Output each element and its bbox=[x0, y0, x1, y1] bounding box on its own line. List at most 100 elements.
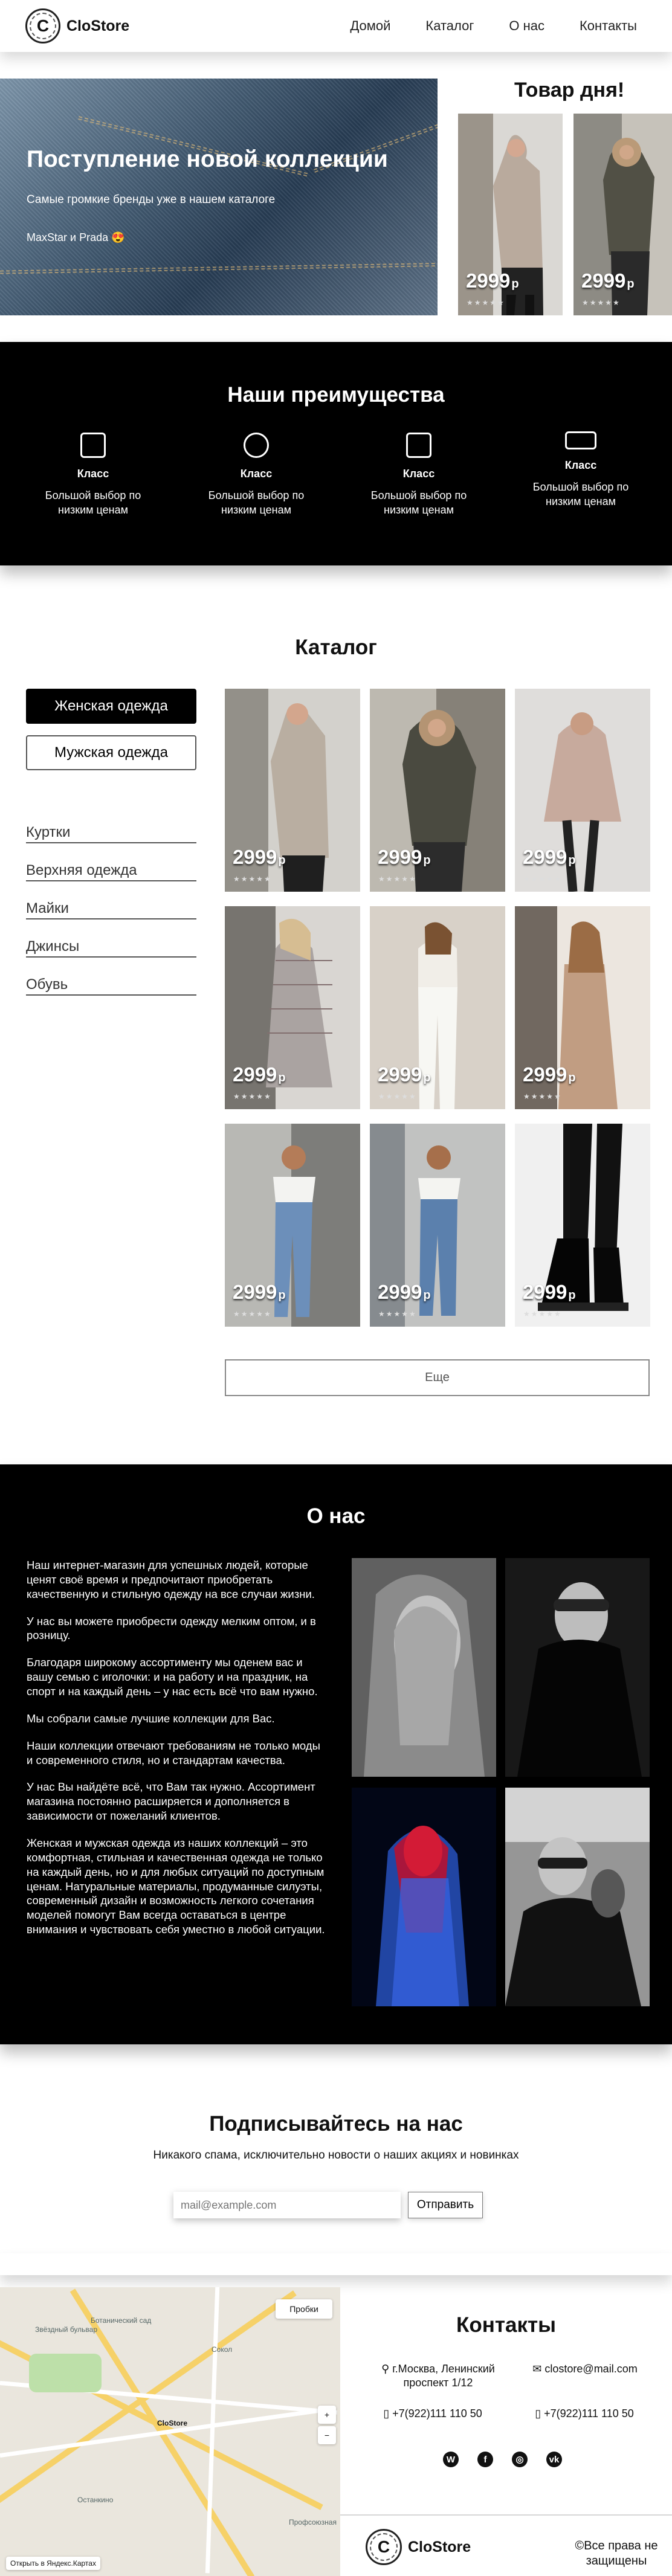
deal-price: 2999 bbox=[466, 269, 519, 292]
product-card[interactable]: 2999 ★★★★★ bbox=[515, 1124, 650, 1327]
map-label: Профсоюзная bbox=[289, 2518, 337, 2526]
about-paragraph: Наш интернет-магазин для успешных людей,… bbox=[27, 1559, 315, 1600]
rating-stars: ★★★★★ bbox=[233, 1310, 272, 1318]
map-road bbox=[0, 2406, 336, 2458]
rating-stars: ★★★★★ bbox=[582, 298, 621, 307]
men-clothing-button[interactable]: Мужская одежда bbox=[26, 735, 196, 770]
deal-card[interactable]: 2999 ★★★★★ bbox=[573, 114, 672, 315]
traffic-button[interactable]: Пробки bbox=[276, 2299, 332, 2319]
contacts-section: Контакты ⚲ г.Москва, Ленинский проспект … bbox=[340, 2287, 672, 2576]
rating-stars: ★★★★★ bbox=[523, 875, 562, 883]
category-jeans[interactable]: Джинсы bbox=[26, 938, 196, 958]
vk-icon[interactable]: vk bbox=[546, 2452, 562, 2467]
women-clothing-button[interactable]: Женская одежда bbox=[26, 689, 196, 724]
product-card[interactable]: 2999 ★★★★★ bbox=[225, 689, 360, 892]
about-paragraph: Женская и мужская одежда из наших коллек… bbox=[27, 1837, 325, 1936]
map-place-label: CloStore bbox=[157, 2419, 188, 2427]
advantage-text: Большой выбор по низким ценам bbox=[208, 489, 305, 517]
product-price: 2999 bbox=[233, 846, 286, 869]
rating-stars: ★★★★★ bbox=[233, 875, 272, 883]
advantage-item: Класс Большой выбор по низким ценам bbox=[30, 433, 157, 518]
advantage-text: Большой выбор по низким ценам bbox=[532, 481, 629, 508]
about-text: Наш интернет-магазин для успешных людей,… bbox=[27, 1558, 329, 1950]
category-outerwear[interactable]: Верхняя одежда bbox=[26, 862, 196, 881]
product-price: 2999 bbox=[233, 1063, 286, 1086]
advantage-name: Класс bbox=[402, 468, 435, 480]
advantage-text: Большой выбор по низким ценам bbox=[370, 489, 467, 517]
brand-name: CloStore bbox=[66, 17, 130, 34]
map-widget[interactable]: Пробки + − Звёздный бульвар Ботанический… bbox=[0, 2287, 340, 2576]
footer-logo[interactable]: C CloStore bbox=[366, 2529, 471, 2565]
map-park bbox=[29, 2354, 102, 2392]
deal-price: 2999 bbox=[581, 269, 635, 292]
email-input[interactable] bbox=[173, 2192, 401, 2218]
advantage-item: Класс Большой выбор по низким ценам bbox=[193, 433, 320, 518]
advantage-name: Класс bbox=[564, 459, 597, 471]
about-photo bbox=[505, 1788, 650, 2006]
product-price: 2999 bbox=[233, 1281, 286, 1304]
advantage-name: Класс bbox=[240, 468, 273, 480]
user-support-icon bbox=[244, 433, 269, 458]
hero-banner[interactable]: Поступление новой коллекции Самые громки… bbox=[0, 79, 438, 315]
map-label: Ботанический сад bbox=[91, 2316, 152, 2325]
advantage-name: Класс bbox=[77, 468, 109, 480]
category-jackets[interactable]: Куртки bbox=[26, 824, 196, 843]
about-title: О нас bbox=[306, 1504, 366, 1528]
about-paragraph: У нас вы можете приобрести одежду мелким… bbox=[27, 1614, 316, 1642]
contacts-title: Контакты bbox=[456, 2313, 557, 2337]
brand-logo-icon: C bbox=[25, 8, 60, 43]
hero-brands: MaxStar и Prada 😍 bbox=[27, 231, 125, 243]
about-photo bbox=[352, 1788, 496, 2006]
open-yandex-maps-button[interactable]: Открыть в Яндекс.Картах bbox=[6, 2557, 100, 2570]
location-pin-icon: ⚲ bbox=[381, 2363, 393, 2375]
whatsapp-icon[interactable]: W bbox=[443, 2452, 459, 2467]
rating-stars: ★★★★★ bbox=[378, 1310, 417, 1318]
footer-divider bbox=[340, 2514, 672, 2516]
landing-page: C CloStore Домой Каталог О нас Контакты … bbox=[0, 0, 672, 2576]
product-price: 2999 bbox=[378, 846, 431, 869]
about-paragraph: Благодаря широкому ассортименту мы одене… bbox=[27, 1656, 318, 1698]
product-card[interactable]: 2999 ★★★★★ bbox=[370, 906, 505, 1109]
product-card[interactable]: 2999 ★★★★★ bbox=[225, 906, 360, 1109]
site-header: C CloStore Домой Каталог О нас Контакты bbox=[0, 0, 672, 52]
subscribe-text: Никакого спама, исключительно новости о … bbox=[153, 2149, 519, 2162]
advantage-text: Большой выбор по низким ценам bbox=[45, 489, 141, 517]
section-divider bbox=[0, 2253, 672, 2275]
zoom-in-button[interactable]: + bbox=[318, 2406, 336, 2424]
nav-catalog[interactable]: Каталог bbox=[425, 18, 474, 34]
rating-stars: ★★★★★ bbox=[523, 1310, 562, 1318]
product-card[interactable]: 2999 ★★★★★ bbox=[515, 906, 650, 1109]
deal-card[interactable]: 2999 ★★★★★ bbox=[458, 114, 563, 315]
email-text[interactable]: ✉ clostore@mail.com bbox=[522, 2362, 648, 2376]
phone-text[interactable]: ▯ +7(922)111 110 50 bbox=[375, 2407, 490, 2421]
copyright-text: ©Все права не защищены bbox=[575, 2539, 658, 2568]
subscribe-title: Подписывайтесь на нас bbox=[209, 2112, 463, 2136]
nav-contacts[interactable]: Контакты bbox=[580, 18, 637, 34]
map-label: Звёздный бульвар bbox=[35, 2325, 98, 2334]
rating-stars: ★★★★★ bbox=[523, 1092, 562, 1101]
product-card[interactable]: 2999 ★★★★★ bbox=[370, 1124, 505, 1327]
nav-home[interactable]: Домой bbox=[350, 18, 390, 34]
submit-button[interactable]: Отправить bbox=[408, 2192, 483, 2218]
zoom-out-button[interactable]: − bbox=[318, 2426, 336, 2444]
rating-stars: ★★★★★ bbox=[467, 298, 505, 307]
product-card[interactable]: 2999 ★★★★★ bbox=[225, 1124, 360, 1327]
category-shoes[interactable]: Обувь bbox=[26, 976, 196, 996]
phone-text[interactable]: ▯ +7(922)111 110 50 bbox=[524, 2407, 645, 2421]
social-links: W f ◎ vk bbox=[443, 2452, 562, 2467]
hero-title: Поступление новой коллекции bbox=[27, 146, 388, 172]
product-card[interactable]: 2999 ★★★★★ bbox=[515, 689, 650, 892]
nav-about[interactable]: О нас bbox=[509, 18, 544, 34]
load-more-button[interactable]: Еще bbox=[225, 1359, 650, 1396]
deal-title: Товар дня! bbox=[514, 79, 625, 101]
newspaper-icon bbox=[80, 433, 106, 458]
category-tshirts[interactable]: Майки bbox=[26, 900, 196, 919]
rating-stars: ★★★★★ bbox=[378, 875, 417, 883]
brand-logo[interactable]: C CloStore bbox=[25, 8, 129, 43]
hero-subtitle: Самые громкие бренды уже в нашем каталог… bbox=[27, 193, 276, 206]
product-price: 2999 bbox=[523, 1063, 576, 1086]
facebook-icon[interactable]: f bbox=[477, 2452, 493, 2467]
product-card[interactable]: 2999 ★★★★★ bbox=[370, 689, 505, 892]
advantage-item: Класс Большой выбор по низким ценам bbox=[355, 433, 482, 518]
instagram-icon[interactable]: ◎ bbox=[512, 2452, 528, 2467]
